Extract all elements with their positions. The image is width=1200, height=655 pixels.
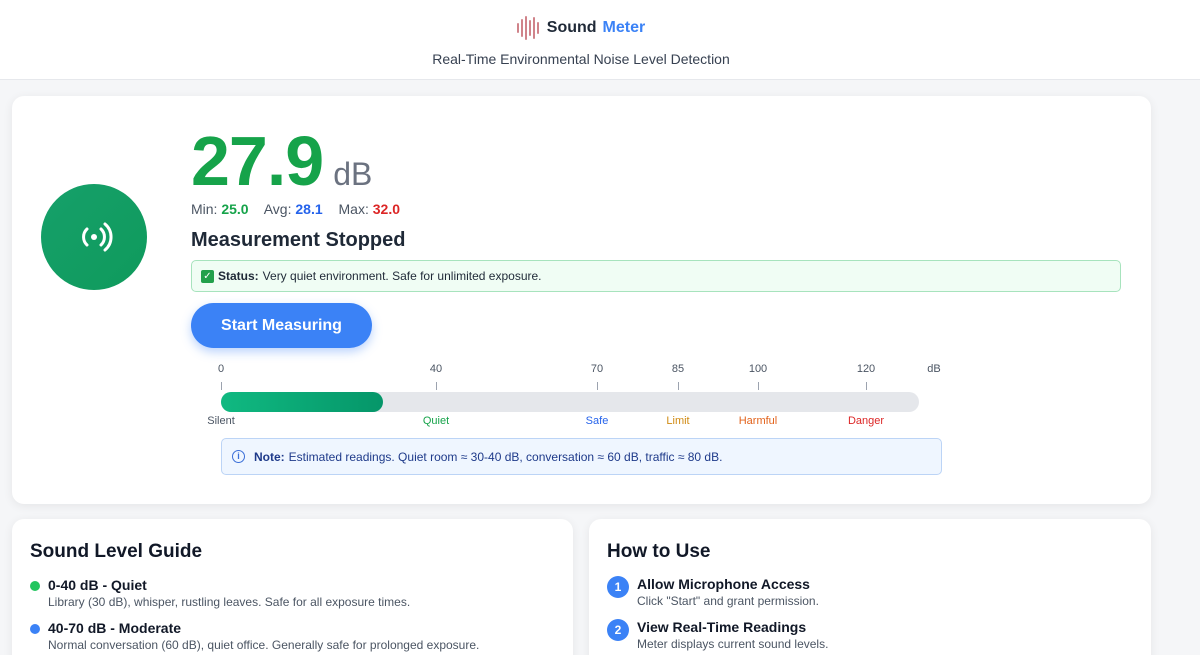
db-unit: dB	[333, 156, 373, 192]
status-dot	[30, 581, 40, 591]
note-label: Note:	[254, 449, 285, 464]
how-to-use-card: How to Use 1 Allow Microphone Access Cli…	[589, 519, 1151, 655]
step-number: 2	[607, 619, 629, 641]
start-measuring-button[interactable]: Start Measuring	[191, 303, 372, 348]
level-bar-track	[221, 392, 919, 412]
measurement-state: Measurement Stopped	[191, 229, 406, 251]
sound-wave-icon	[516, 16, 539, 40]
max-value: 32.0	[372, 201, 400, 217]
brand-name: Sound	[546, 19, 597, 36]
db-reading: 27.9 dB	[191, 122, 372, 200]
min-value: 25.0	[221, 201, 249, 217]
zone-safe: Safe	[585, 415, 609, 427]
guide-title: Sound Level Guide	[30, 541, 203, 562]
scale-tick-0: 0	[217, 363, 225, 375]
avg-label: Avg:	[263, 201, 292, 217]
status-text: Very quiet environment. Safe for unlimit…	[262, 269, 542, 283]
app-header: Sound Meter Real-Time Environmental Nois…	[0, 0, 1200, 80]
zone-silent: Silent	[207, 415, 235, 427]
note-text: Estimated readings. Quiet room ≈ 30-40 d…	[288, 449, 723, 464]
brand: Sound Meter	[0, 16, 1162, 40]
step-heading: View Real-Time Readings	[637, 619, 807, 635]
step-heading: Allow Microphone Access	[637, 576, 810, 592]
tick-mark	[866, 382, 867, 390]
scale-unit: dB	[927, 363, 941, 375]
guide-item-heading: 40-70 dB - Moderate	[48, 620, 182, 636]
note-box: i Note: Estimated readings. Quiet room ≈…	[221, 438, 942, 475]
zone-harmful: Harmful	[738, 415, 778, 427]
stats-row: Min: 25.0 Avg: 28.1 Max: 32.0	[191, 201, 400, 217]
zone-quiet: Quiet	[422, 415, 450, 427]
brand-accent: Meter	[602, 19, 646, 36]
tick-mark	[678, 382, 679, 390]
avg-value: 28.1	[295, 201, 323, 217]
sound-level-guide-card: Sound Level Guide 0-40 dB - Quiet Librar…	[12, 519, 573, 655]
max-label: Max:	[338, 201, 369, 217]
meter-card: 27.9 dB Min: 25.0 Avg: 28.1 Max: 32.0 Me…	[12, 96, 1151, 504]
level-bar-fill	[221, 392, 384, 412]
min-label: Min:	[191, 201, 218, 217]
tick-mark	[436, 382, 437, 390]
scale-tick-85: 85	[671, 363, 685, 375]
info-icon: i	[232, 450, 245, 463]
tick-mark	[221, 382, 222, 390]
scale-tick-100: 100	[748, 363, 768, 375]
tick-mark	[758, 382, 759, 390]
status-dot	[30, 624, 40, 634]
tick-mark	[597, 382, 598, 390]
status-label: Status:	[218, 269, 259, 283]
check-icon: ✓	[201, 269, 214, 283]
scale-tick-120: 120	[856, 363, 876, 375]
scale-tick-70: 70	[590, 363, 604, 375]
step-number: 1	[607, 576, 629, 598]
step-description: Click "Start" and grant permission.	[637, 594, 819, 608]
howto-title: How to Use	[607, 541, 711, 562]
radio-waves-icon	[41, 184, 147, 290]
status-box: ✓ Status: Very quiet environment. Safe f…	[191, 260, 1121, 292]
zone-limit: Limit	[666, 415, 690, 427]
step-description: Meter displays current sound levels.	[637, 637, 829, 651]
page-subtitle: Real-Time Environmental Noise Level Dete…	[432, 51, 730, 67]
scale-tick-40: 40	[429, 363, 443, 375]
guide-item-description: Normal conversation (60 dB), quiet offic…	[48, 638, 480, 652]
db-value: 27.9	[191, 122, 324, 200]
guide-item-heading: 0-40 dB - Quiet	[48, 577, 147, 593]
zone-danger: Danger	[847, 415, 885, 427]
guide-item-description: Library (30 dB), whisper, rustling leave…	[48, 595, 411, 609]
